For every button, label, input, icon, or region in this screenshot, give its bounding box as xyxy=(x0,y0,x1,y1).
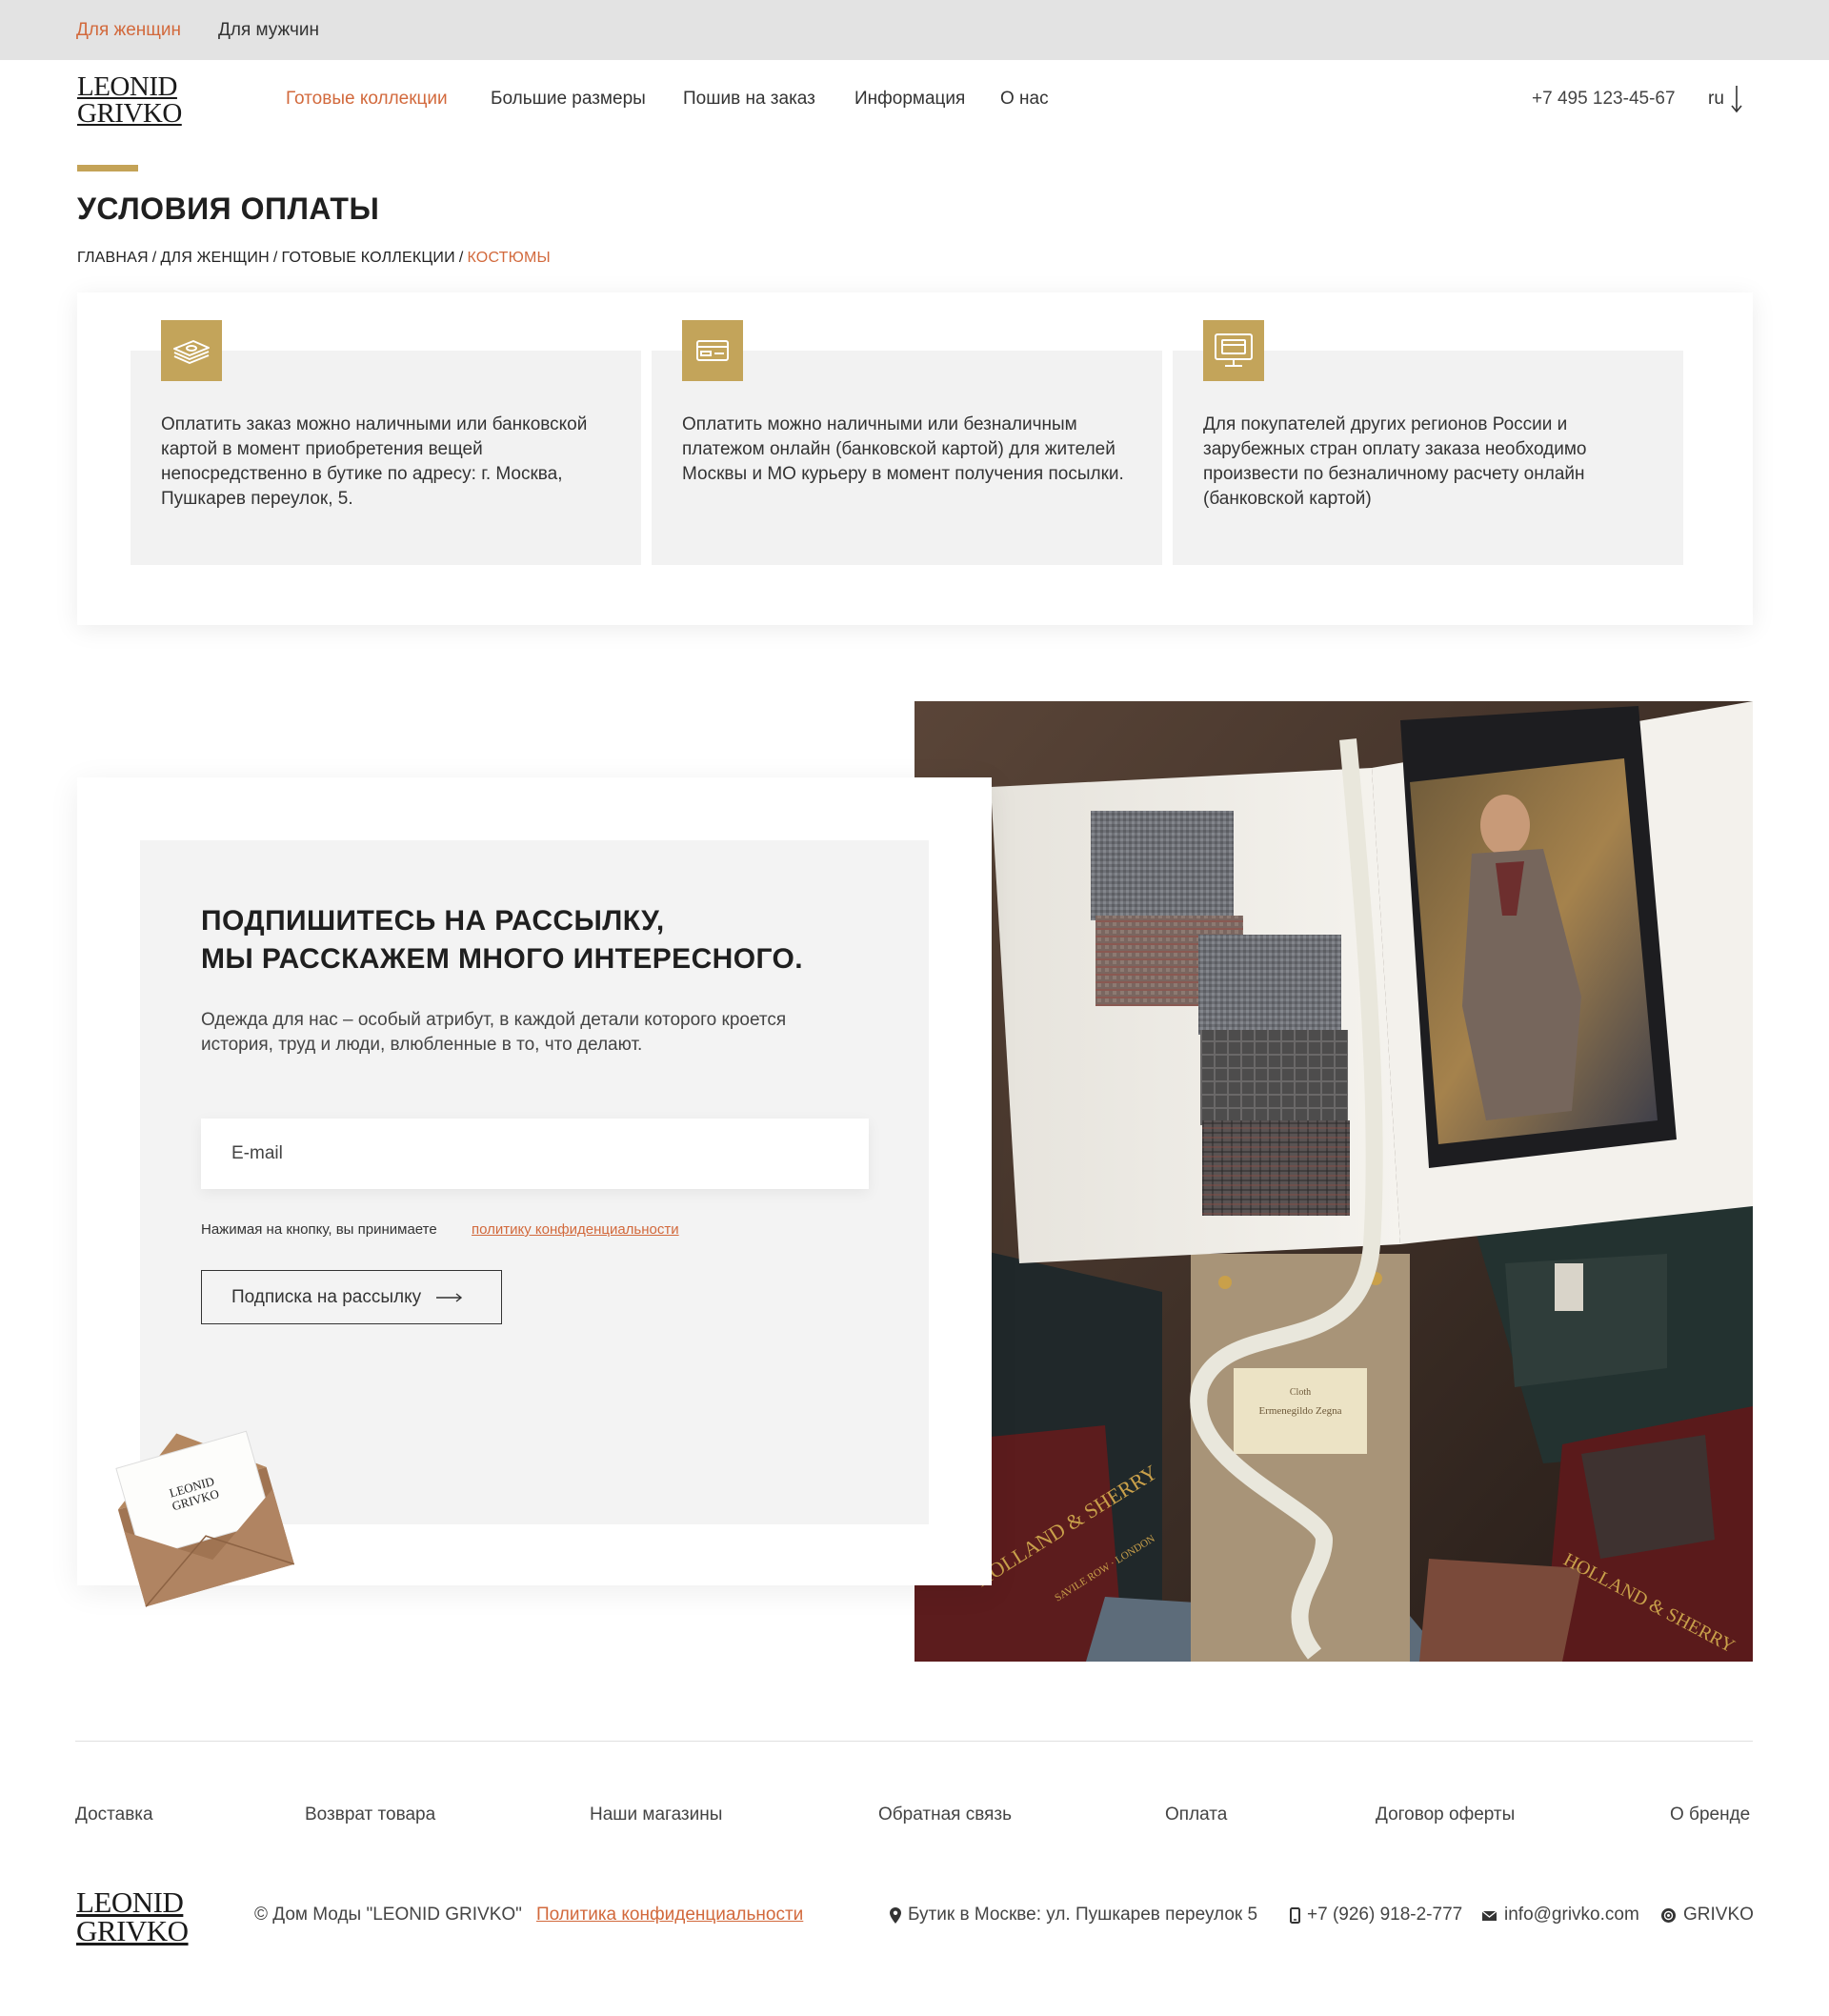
header-logo[interactable]: LEONID GRIVKO xyxy=(77,71,182,130)
breadcrumb-home[interactable]: ГЛАВНАЯ xyxy=(77,250,149,266)
subscribe-description: Одежда для нас – особый атрибут, в каждо… xyxy=(201,1010,787,1055)
topbar-link-men[interactable]: Для мужчин xyxy=(218,20,319,41)
footer-link-feedback[interactable]: Обратная связь xyxy=(878,1804,1012,1825)
subscribe-title-line-2: МЫ РАССКАЖЕМ МНОГО ИНТЕРЕСНОГО. xyxy=(201,943,803,975)
page-title: УСЛОВИЯ ОПЛАТЫ xyxy=(77,192,380,226)
logo-line-1: LEONID xyxy=(77,71,177,102)
footer-logo-line-2: GRIVKO xyxy=(76,1914,189,1948)
breadcrumb-women[interactable]: ДЛЯ ЖЕНЩИН xyxy=(160,250,269,266)
arrow-down-icon[interactable] xyxy=(1730,84,1743,114)
phone-icon xyxy=(1290,1906,1300,1924)
nav-item-about[interactable]: О нас xyxy=(1000,89,1049,110)
subscribe-title: ПОДПИШИТЕСЬ НА РАССЫЛКУ, МЫ РАССКАЖЕМ МН… xyxy=(201,902,803,978)
footer-social-text: GRIVKO xyxy=(1683,1905,1754,1925)
footer-privacy-link[interactable]: Политика конфиденциальности xyxy=(536,1905,803,1925)
footer-email-text: info@grivko.com xyxy=(1504,1905,1639,1925)
subscribe-title-line-1: ПОДПИШИТЕСЬ НА РАССЫЛКУ, xyxy=(201,905,665,937)
footer-logo-line-1: LEONID xyxy=(76,1885,184,1919)
fabric-catalog-photo: Cloth Ermenegildo Zegna HOLLAND & SHERRY… xyxy=(914,701,1753,1662)
payment-text-online: Для покупателей других регионов России и… xyxy=(1203,414,1587,509)
footer-link-brand[interactable]: О бренде xyxy=(1670,1804,1750,1825)
footer-logo[interactable]: LEONID GRIVKO xyxy=(76,1885,189,1948)
photo-label-brand: Ermenegildo Zegna xyxy=(1258,1405,1341,1417)
breadcrumb-separator: / xyxy=(458,250,464,266)
footer-link-delivery[interactable]: Доставка xyxy=(75,1804,153,1825)
card-icon xyxy=(682,320,743,381)
online-payment-icon xyxy=(1203,320,1264,381)
subscribe-button-label: Подписка на рассылку xyxy=(231,1286,422,1307)
footer-link-payment[interactable]: Оплата xyxy=(1165,1804,1227,1825)
title-accent-line xyxy=(77,165,138,171)
language-switcher[interactable]: ru xyxy=(1708,89,1724,110)
footer-phone-text: +7 (926) 918-2-777 xyxy=(1307,1905,1463,1925)
footer-link-offer[interactable]: Договор оферты xyxy=(1376,1804,1515,1825)
mail-icon xyxy=(1481,1909,1497,1921)
privacy-policy-link[interactable]: политику конфиденциальности xyxy=(472,1221,679,1238)
footer-phone[interactable]: +7 (926) 918-2-777 xyxy=(1290,1905,1462,1925)
payment-text-courier: Оплатить можно наличными или безналичным… xyxy=(682,414,1124,484)
nav-item-tailoring[interactable]: Пошив на заказ xyxy=(683,89,815,110)
footer-link-returns[interactable]: Возврат товара xyxy=(305,1804,435,1825)
footer-address: Бутик в Москве: ул. Пушкарев переулок 5 xyxy=(890,1905,1257,1925)
email-field[interactable] xyxy=(201,1119,869,1189)
topbar-link-women[interactable]: Для женщин xyxy=(76,20,181,41)
nav-item-information[interactable]: Информация xyxy=(854,89,965,110)
nav-item-ready-collections[interactable]: Готовые коллекции xyxy=(286,89,448,110)
footer-address-text: Бутик в Москве: ул. Пушкарев переулок 5 xyxy=(908,1905,1258,1925)
logo-line-2: GRIVKO xyxy=(77,98,182,130)
breadcrumb-separator: / xyxy=(151,250,157,266)
privacy-agree-text: Нажимая на кнопку, вы принимаете xyxy=(201,1221,437,1238)
breadcrumb: ГЛАВНАЯ / ДЛЯ ЖЕНЩИН / ГОТОВЫЕ КОЛЛЕКЦИИ / КОС… xyxy=(77,250,551,267)
footer-email[interactable]: info@grivko.com xyxy=(1481,1905,1639,1925)
location-pin-icon xyxy=(890,1906,901,1924)
breadcrumb-current: КОСТЮМЫ xyxy=(467,250,551,266)
top-bar: Для женщин Для мужчин xyxy=(0,0,1829,60)
header-phone[interactable]: +7 495 123-45-67 xyxy=(1532,89,1676,110)
footer-link-stores[interactable]: Наши магазины xyxy=(590,1804,722,1825)
cash-icon xyxy=(161,320,222,381)
photo-label-cloth: Cloth xyxy=(1290,1387,1311,1398)
footer-divider xyxy=(75,1741,1753,1742)
instagram-icon xyxy=(1661,1907,1676,1923)
nav-item-large-sizes[interactable]: Большие размеры xyxy=(491,89,646,110)
footer-instagram[interactable]: GRIVKO xyxy=(1660,1905,1754,1925)
subscribe-button[interactable]: Подписка на рассылку xyxy=(201,1270,502,1324)
breadcrumb-separator: / xyxy=(272,250,278,266)
breadcrumb-collections[interactable]: ГОТОВЫЕ КОЛЛЕКЦИИ xyxy=(282,250,455,266)
envelope-icon: LEONID GRIVKO xyxy=(115,1430,295,1607)
payment-text-boutique: Оплатить заказ можно наличными или банко… xyxy=(161,414,588,509)
copyright: © Дом Моды "LEONID GRIVKO" xyxy=(254,1905,522,1925)
arrow-right-icon xyxy=(436,1292,463,1302)
